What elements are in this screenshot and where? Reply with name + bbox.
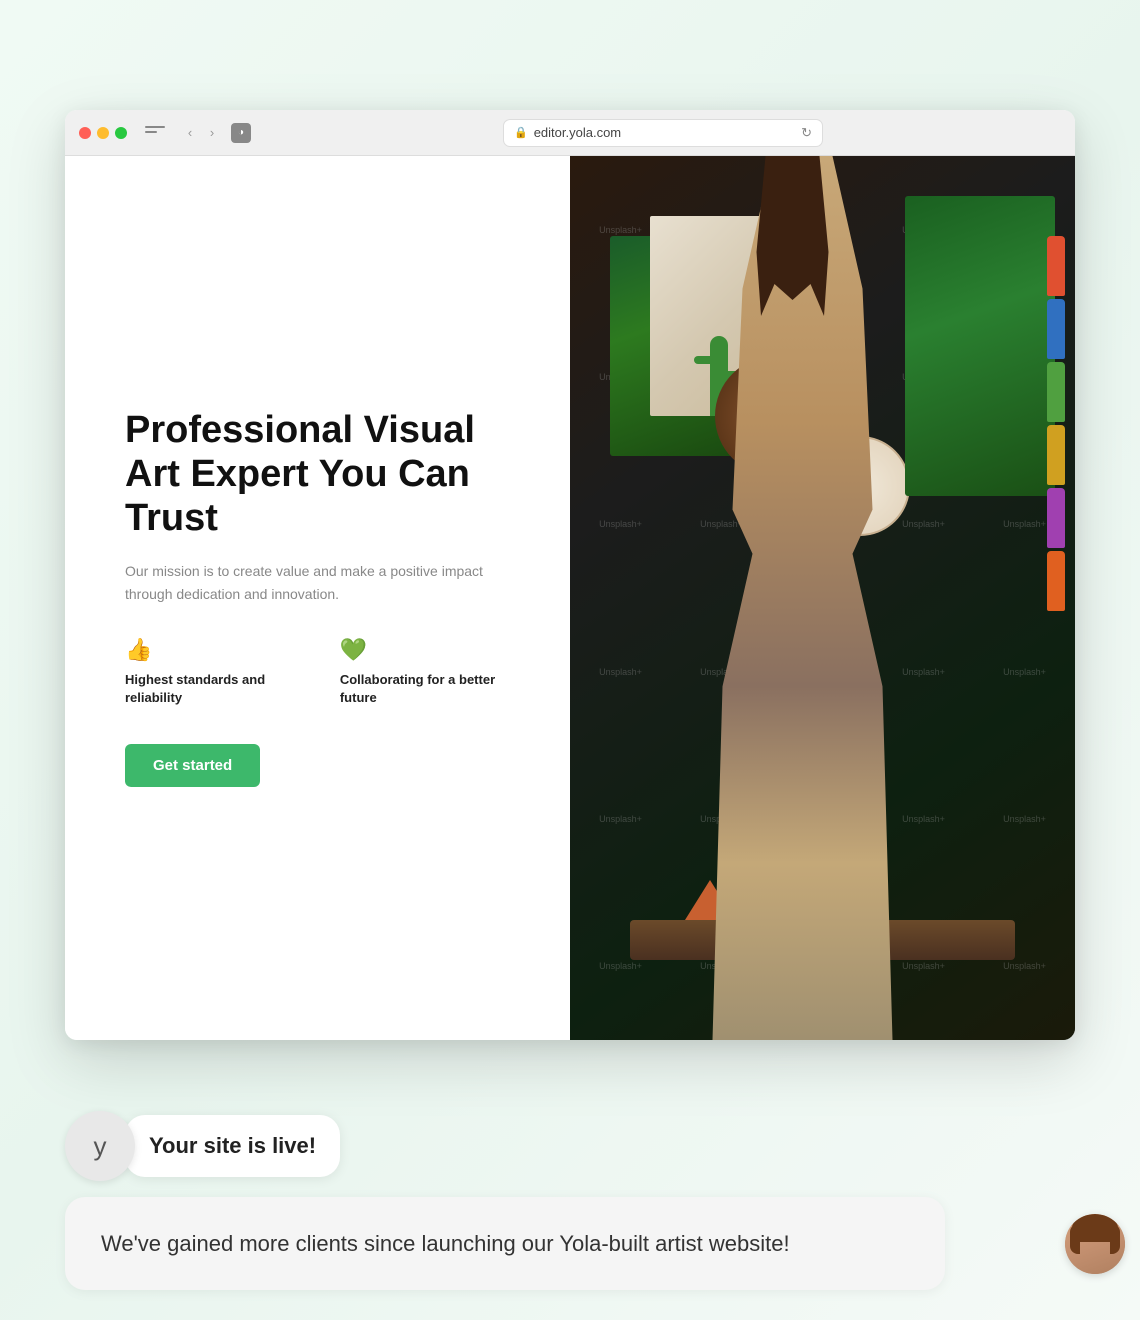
bottle-6 — [1047, 551, 1065, 611]
yola-avatar: y — [65, 1111, 135, 1181]
forward-button[interactable]: › — [203, 124, 221, 142]
hero-subtitle: Our mission is to create value and make … — [125, 560, 520, 605]
website-content: Professional Visual Art Expert You Can T… — [65, 156, 1075, 1040]
lock-icon: 🔒 — [514, 126, 528, 139]
back-button[interactable]: ‹ — [181, 124, 199, 142]
green-painting-right — [905, 196, 1055, 496]
thumbs-up-icon: 👍 — [125, 637, 310, 663]
artist-background: Unsplash+ Unsplash+ Unsplash+ Unsplash+ … — [570, 156, 1075, 1040]
testimonial-row: We've gained more clients since launchin… — [65, 1197, 1075, 1290]
address-text: editor.yola.com — [534, 125, 621, 140]
address-bar[interactable]: 🔒 editor.yola.com ↻ — [503, 119, 823, 147]
hero-right-image: Unsplash+ Unsplash+ Unsplash+ Unsplash+ … — [570, 156, 1075, 1040]
close-button[interactable] — [79, 127, 91, 139]
nav-arrows: ‹ › — [181, 124, 221, 142]
chat-section: y Your site is live! We've gained more c… — [65, 1111, 1075, 1290]
address-bar-container: 🔒 editor.yola.com ↻ — [265, 119, 1061, 147]
chat-notification: y Your site is live! — [65, 1111, 1075, 1181]
features-row: 👍 Highest standards and reliability 💚 Co… — [125, 637, 520, 707]
feature-2-label: Collaborating for a better future — [340, 671, 520, 707]
paint-bottles — [1047, 236, 1065, 611]
feature-1: 👍 Highest standards and reliability — [125, 637, 310, 707]
feature-2: 💚 Collaborating for a better future — [340, 637, 520, 707]
hero-left: Professional Visual Art Expert You Can T… — [65, 156, 570, 1040]
notification-text: Your site is live! — [149, 1133, 316, 1158]
privacy-icon: ◑ — [231, 123, 251, 143]
avatar-hair-right — [1110, 1224, 1120, 1254]
testimonial-text: We've gained more clients since launchin… — [101, 1227, 909, 1260]
minimize-button[interactable] — [97, 127, 109, 139]
user-avatar — [1065, 1214, 1125, 1274]
sidebar-toggle-icon[interactable] — [145, 126, 165, 140]
testimonial-bubble: We've gained more clients since launchin… — [65, 1197, 945, 1290]
feature-1-label: Highest standards and reliability — [125, 671, 310, 707]
bottle-1 — [1047, 236, 1065, 296]
reload-icon[interactable]: ↻ — [801, 125, 812, 141]
bottle-3 — [1047, 362, 1065, 422]
avatar-face — [1065, 1214, 1125, 1274]
avatar-hair-left — [1070, 1224, 1080, 1254]
bottle-2 — [1047, 299, 1065, 359]
browser-toolbar: ‹ › ◑ 🔒 editor.yola.com ↻ — [65, 110, 1075, 156]
traffic-lights — [79, 127, 127, 139]
hero-title: Professional Visual Art Expert You Can T… — [125, 409, 520, 540]
artwork-container — [570, 156, 1075, 1040]
heart-icon: 💚 — [340, 637, 520, 663]
bottle-5 — [1047, 488, 1065, 548]
browser-window: ‹ › ◑ 🔒 editor.yola.com ↻ Professional V… — [65, 110, 1075, 1040]
bottle-4 — [1047, 425, 1065, 485]
get-started-button[interactable]: Get started — [125, 744, 260, 787]
fullscreen-button[interactable] — [115, 127, 127, 139]
notification-bubble: Your site is live! — [125, 1115, 340, 1177]
